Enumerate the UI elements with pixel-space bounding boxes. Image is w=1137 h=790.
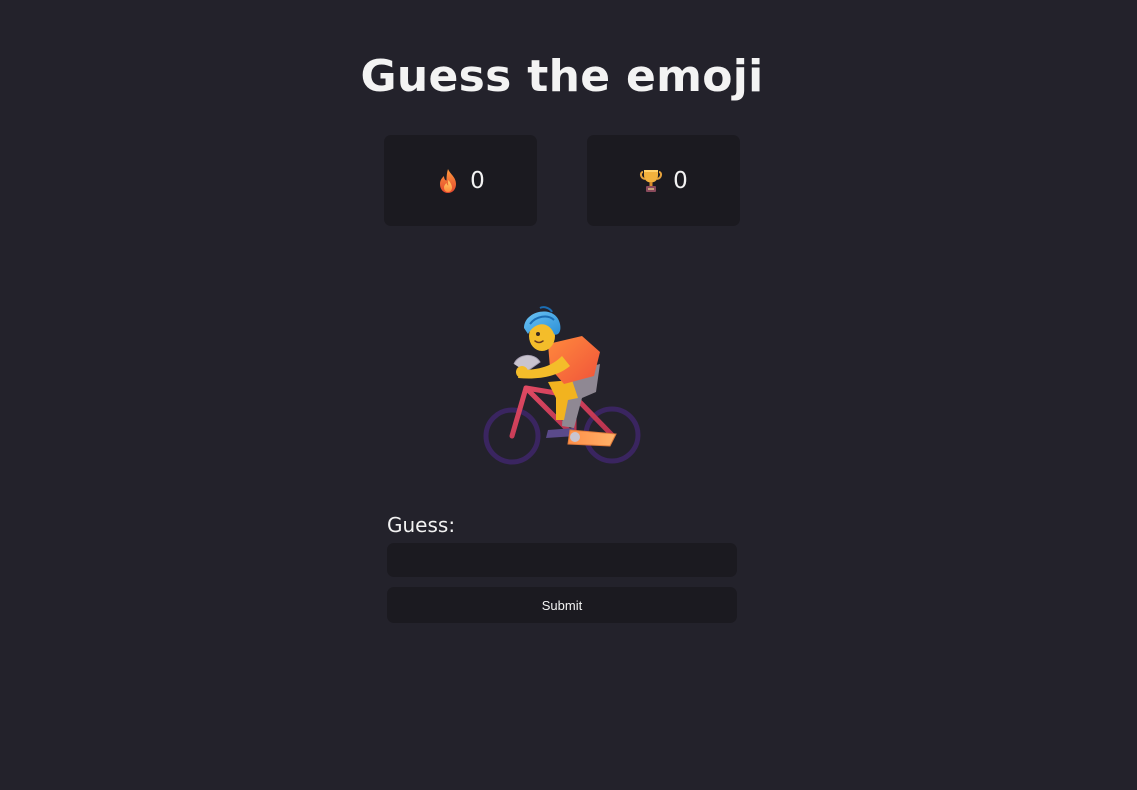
trophy-icon xyxy=(639,168,663,194)
best-score-card: 0 xyxy=(587,135,740,226)
page-title: Guess the emoji xyxy=(360,51,764,102)
streak-value: 0 xyxy=(470,167,485,194)
fire-icon xyxy=(436,168,460,194)
streak-card: 0 xyxy=(384,135,537,226)
guess-input[interactable] xyxy=(387,543,737,577)
submit-button[interactable]: Submit xyxy=(387,587,737,623)
guess-label: Guess: xyxy=(387,513,456,537)
person-biking-emoji xyxy=(478,300,646,472)
game-page: Guess the emoji 0 0 Guess: Submit xyxy=(0,0,1137,790)
best-score-value: 0 xyxy=(673,167,688,194)
